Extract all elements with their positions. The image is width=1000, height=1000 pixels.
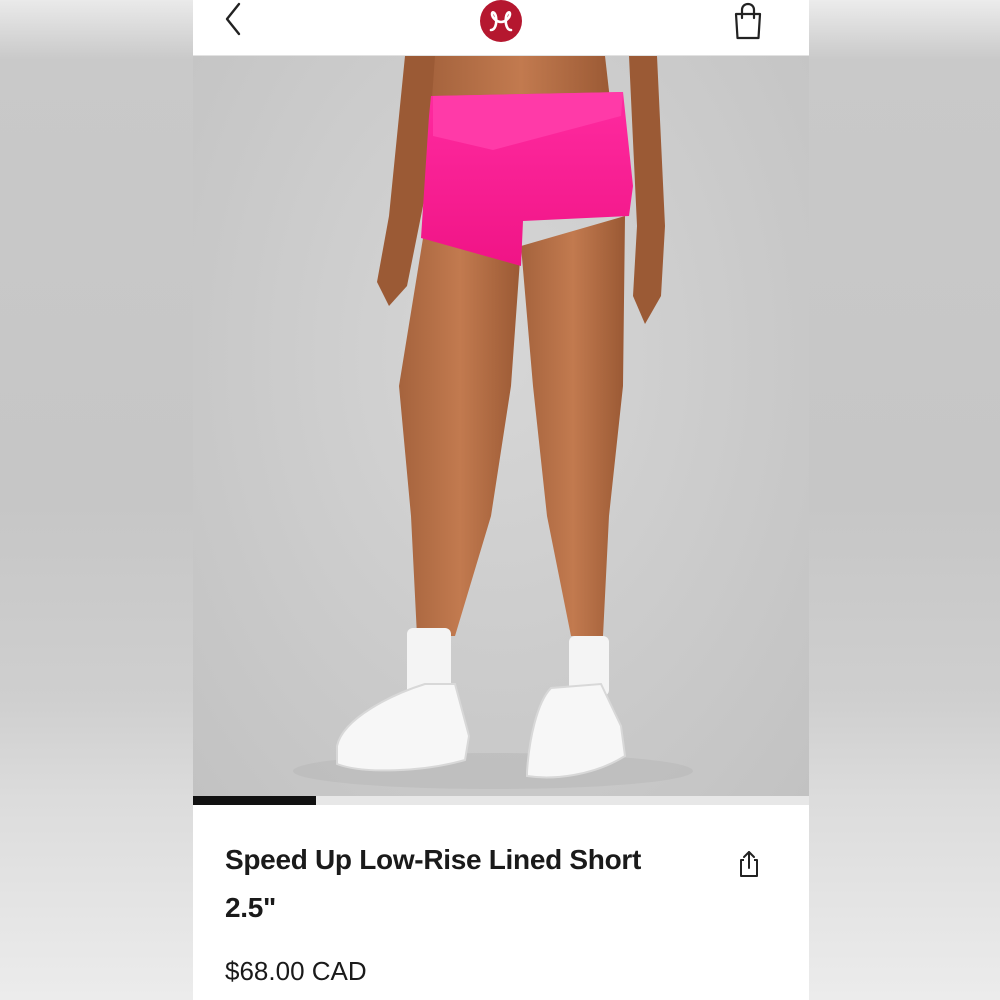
lululemon-logo <box>480 0 522 42</box>
back-button[interactable] <box>213 0 253 40</box>
gallery-progress-fill <box>193 796 317 805</box>
background-blur-right <box>809 0 1000 1000</box>
background-blur-left <box>0 0 193 1000</box>
brand-logo[interactable] <box>477 0 525 44</box>
product-price: $68.00 CAD <box>225 956 367 986</box>
share-button[interactable] <box>735 848 763 880</box>
product-title: Speed Up Low-Rise Lined Short 2.5" <box>225 844 641 923</box>
gallery-progress-bar <box>193 796 809 805</box>
product-image[interactable] <box>193 56 809 804</box>
top-navigation-bar <box>193 0 809 56</box>
share-icon <box>740 851 758 877</box>
shopping-bag-button[interactable] <box>731 0 765 42</box>
shopping-bag-icon <box>734 2 762 40</box>
product-photo <box>293 56 693 789</box>
chevron-left-icon <box>225 2 241 36</box>
app-screen: Speed Up Low-Rise Lined Short 2.5" $68.0… <box>193 0 809 1000</box>
